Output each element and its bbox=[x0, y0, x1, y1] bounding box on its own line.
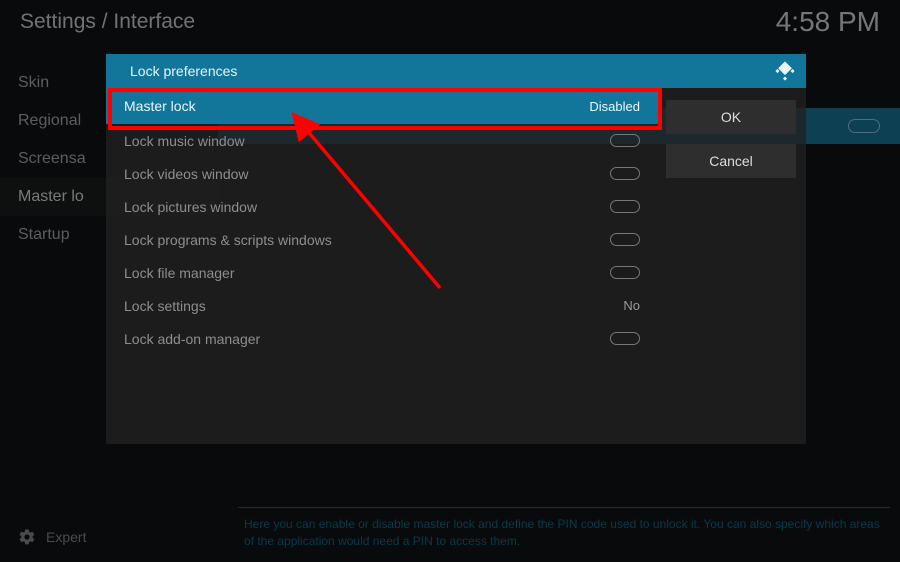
toggle-icon bbox=[848, 119, 880, 133]
setting-row-lock-videos-window[interactable]: Lock videos window bbox=[106, 157, 658, 190]
toggle-icon[interactable] bbox=[610, 200, 640, 213]
toggle-icon[interactable] bbox=[610, 134, 640, 147]
setting-row-master-lock[interactable]: Master lock Disabled bbox=[106, 88, 658, 124]
toggle-icon[interactable] bbox=[610, 233, 640, 246]
cancel-button[interactable]: Cancel bbox=[666, 144, 796, 178]
ok-button[interactable]: OK bbox=[666, 100, 796, 134]
setting-row-label: Lock programs & scripts windows bbox=[124, 232, 332, 248]
dialog-body: Master lock Disabled Lock music window Lock… bbox=[106, 88, 806, 355]
settings-level-label: Expert bbox=[46, 529, 86, 545]
help-text: Here you can enable or disable master lo… bbox=[238, 507, 890, 550]
setting-row-lock-file-manager[interactable]: Lock file manager bbox=[106, 256, 658, 289]
toggle-icon[interactable] bbox=[610, 266, 640, 279]
lock-preferences-dialog: Lock preferences Master lock Disabled Lock… bbox=[106, 54, 806, 444]
dialog-buttons: OK Cancel bbox=[658, 88, 806, 355]
dialog-settings-list: Master lock Disabled Lock music window Lock… bbox=[106, 88, 658, 355]
breadcrumb: Settings / Interface bbox=[20, 10, 195, 34]
toggle-icon[interactable] bbox=[610, 332, 640, 345]
setting-row-lock-music-window[interactable]: Lock music window bbox=[106, 124, 658, 157]
setting-row-label: Master lock bbox=[124, 98, 196, 114]
setting-row-value: Disabled bbox=[589, 99, 640, 114]
clock: 4:58 PM bbox=[776, 6, 880, 38]
setting-row-value: No bbox=[623, 298, 640, 313]
setting-row-label: Lock settings bbox=[124, 298, 206, 314]
setting-row-lock-add-on-manager[interactable]: Lock add-on manager bbox=[106, 322, 658, 355]
kodi-logo-icon bbox=[774, 60, 796, 82]
setting-row-lock-programs-scripts-windows[interactable]: Lock programs & scripts windows bbox=[106, 223, 658, 256]
toggle-icon[interactable] bbox=[610, 167, 640, 180]
setting-row-lock-pictures-window[interactable]: Lock pictures window bbox=[106, 190, 658, 223]
setting-row-label: Lock add-on manager bbox=[124, 331, 260, 347]
setting-row-label: Lock videos window bbox=[124, 166, 249, 182]
dialog-title: Lock preferences bbox=[130, 63, 237, 79]
setting-row-label: Lock music window bbox=[124, 133, 245, 149]
setting-row-label: Lock pictures window bbox=[124, 199, 257, 215]
header: Settings / Interface 4:58 PM bbox=[0, 0, 900, 48]
setting-row-lock-settings[interactable]: Lock settings No bbox=[106, 289, 658, 322]
settings-level[interactable]: Expert bbox=[18, 528, 86, 546]
setting-row-label: Lock file manager bbox=[124, 265, 235, 281]
dialog-title-bar: Lock preferences bbox=[106, 54, 806, 88]
gear-icon bbox=[18, 528, 36, 546]
